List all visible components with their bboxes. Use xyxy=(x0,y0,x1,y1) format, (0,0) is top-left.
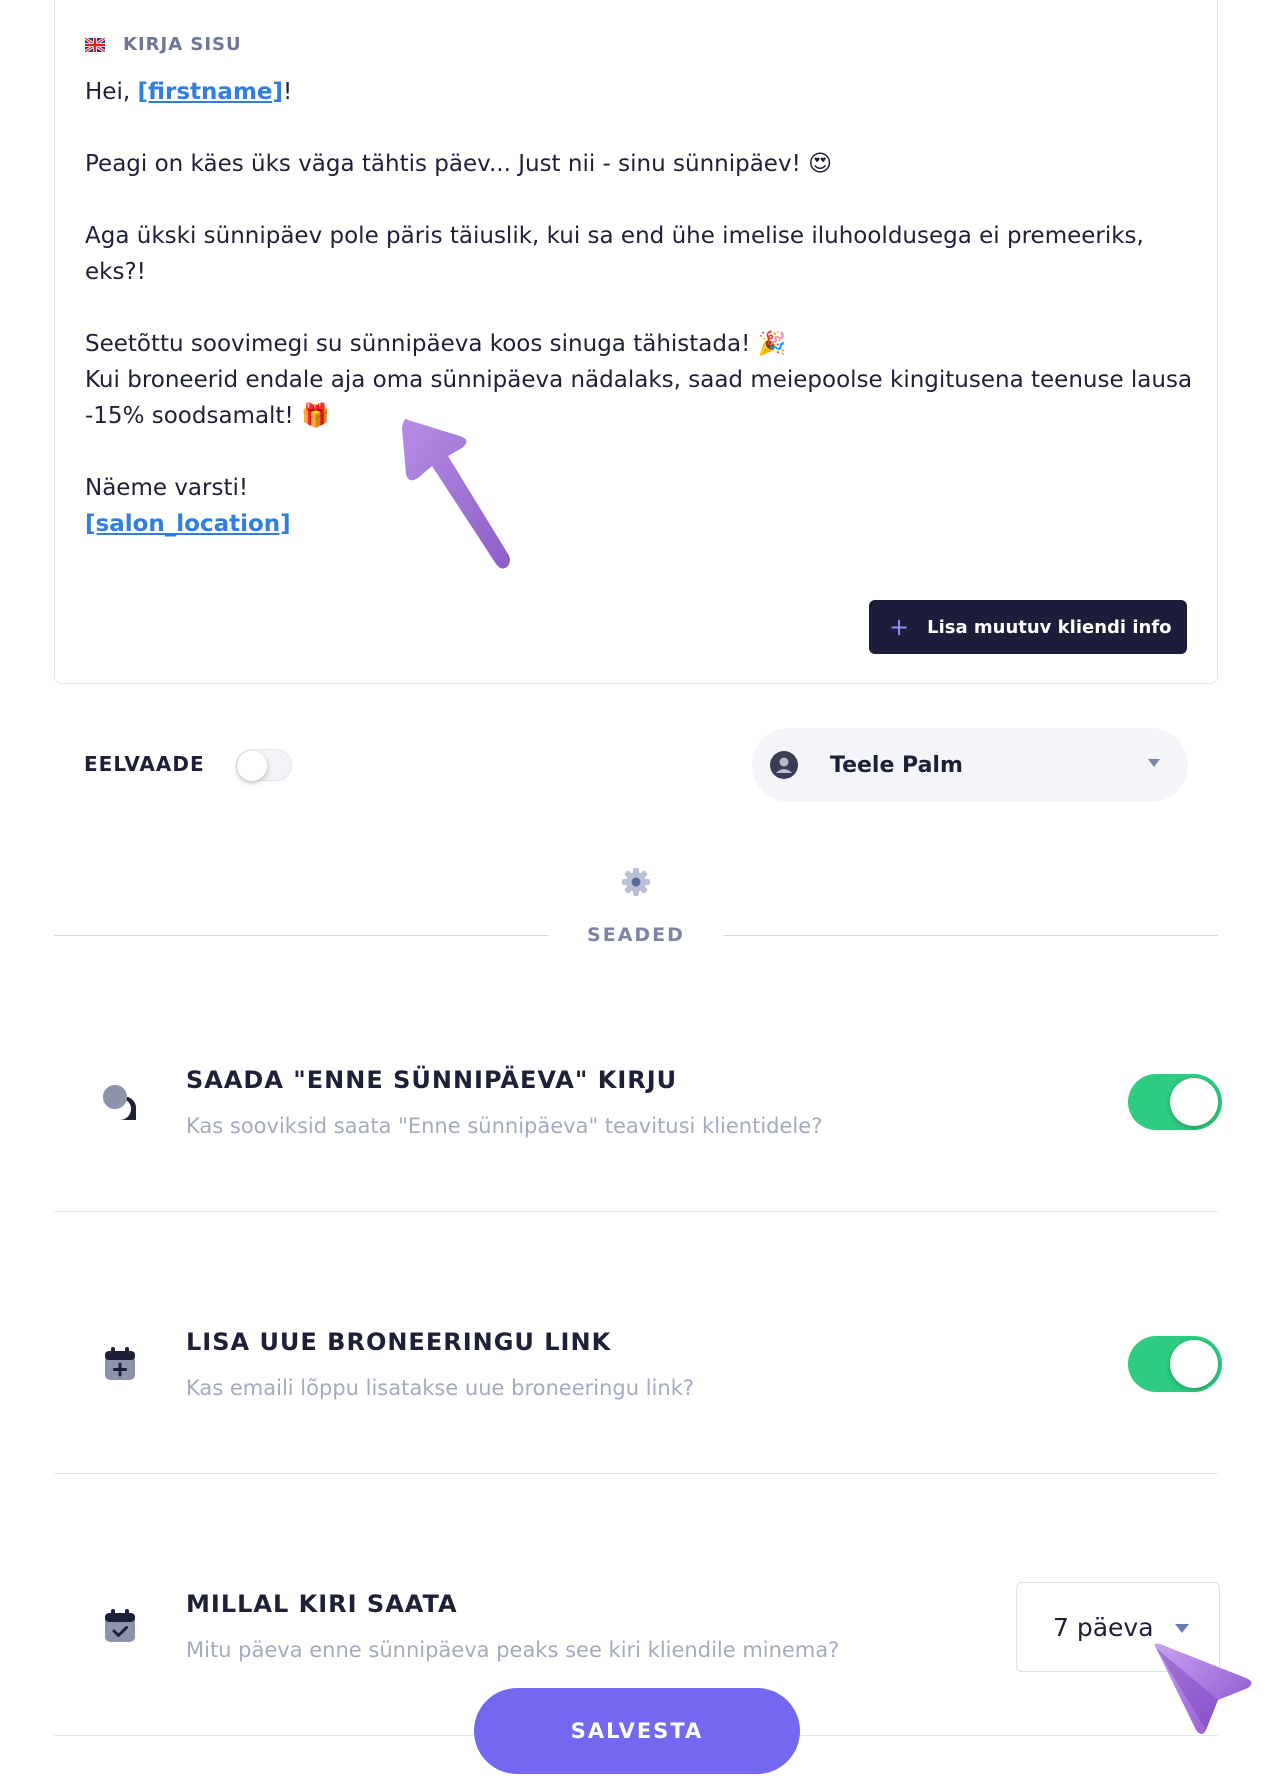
greeting-suffix: ! xyxy=(283,79,293,105)
chat-bubbles-icon xyxy=(103,1085,137,1120)
user-avatar-icon xyxy=(770,751,798,779)
uk-flag-icon xyxy=(85,37,105,52)
add-client-variable-button[interactable]: + Lisa muutuv kliendi info xyxy=(869,600,1187,654)
settings-divider-left xyxy=(54,935,548,936)
letter-body[interactable]: Hei, [firstname]! Peagi on käes üks väga… xyxy=(85,74,1195,542)
setting-description: Kas sooviksid saata "Enne sünnipäeva" te… xyxy=(186,1114,823,1138)
settings-section-label: SEADED xyxy=(587,924,685,946)
selected-client-name: Teele Palm xyxy=(830,752,963,778)
setting-description: Kas emaili lõppu lisatakse uue broneerin… xyxy=(186,1376,695,1400)
setting-description: Mitu päeva enne sünnipäeva peaks see kir… xyxy=(186,1638,840,1662)
preview-toggle-knob xyxy=(237,751,267,781)
letter-content-card: KIRJA SISU Hei, [firstname]! Peagi on kä… xyxy=(54,0,1218,684)
row-separator xyxy=(54,1473,1218,1474)
toggle-knob xyxy=(1170,1340,1218,1388)
plus-icon: + xyxy=(889,613,910,641)
salon-location-variable-link[interactable]: [salon_location] xyxy=(85,511,291,537)
letter-line-3: Seetõttu soovimegi su sünnipäeva koos si… xyxy=(85,331,787,357)
greeting-prefix: Hei, xyxy=(85,79,138,105)
firstname-variable-link[interactable]: [firstname] xyxy=(137,79,283,105)
letter-line-5: Näeme varsti! xyxy=(85,475,249,501)
letter-header: KIRJA SISU xyxy=(85,34,242,55)
letter-line-4: Kui broneerid endale aja oma sünnipäeva … xyxy=(85,367,1193,429)
letter-line-2: Aga ükski sünnipäev pole päris täiuslik,… xyxy=(85,223,1144,285)
days-before-select[interactable]: 7 päeva xyxy=(1016,1582,1220,1672)
preview-label: EELVAADE xyxy=(84,752,205,776)
chevron-down-icon xyxy=(1148,759,1160,767)
greeting-line: Hei, [firstname]! xyxy=(85,74,1195,110)
setting-title: LISA UUE BRONEERINGU LINK xyxy=(186,1328,612,1356)
calendar-plus-icon xyxy=(105,1347,135,1380)
days-before-value: 7 päeva xyxy=(1053,1612,1154,1642)
gear-icon xyxy=(622,868,650,896)
setting-title: SAADA "ENNE SÜNNIPÄEVA" KIRJU xyxy=(186,1066,678,1094)
calendar-check-icon xyxy=(105,1609,135,1642)
birthday-emails-toggle[interactable] xyxy=(1128,1074,1222,1130)
row-separator xyxy=(54,1211,1218,1212)
preview-toggle[interactable] xyxy=(236,749,292,781)
letter-header-label: KIRJA SISU xyxy=(123,34,242,55)
setting-title: MILLAL KIRI SAATA xyxy=(186,1590,458,1618)
toggle-knob xyxy=(1170,1078,1218,1126)
preview-client-select[interactable]: Teele Palm xyxy=(752,728,1188,802)
add-client-variable-label: Lisa muutuv kliendi info xyxy=(927,616,1172,638)
letter-line-1: Peagi on käes üks väga tähtis päev... Ju… xyxy=(85,151,833,177)
booking-link-toggle[interactable] xyxy=(1128,1336,1222,1392)
settings-divider-right xyxy=(724,935,1218,936)
chevron-down-icon xyxy=(1175,1624,1189,1633)
save-button[interactable]: SALVESTA xyxy=(474,1688,800,1774)
